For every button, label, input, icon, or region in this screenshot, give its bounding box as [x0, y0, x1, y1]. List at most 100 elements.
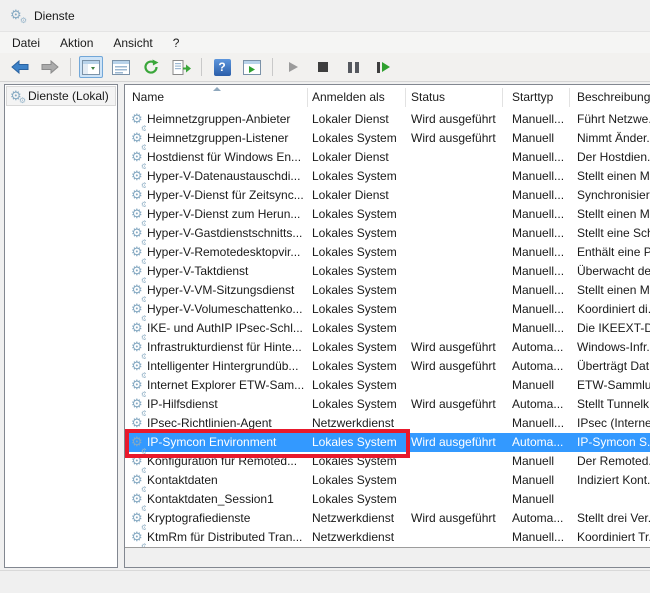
service-row[interactable]: ⚙⚙Hyper-V-Dienst zum Herun...Lokales Sys… — [125, 205, 650, 224]
refresh-button[interactable] — [139, 56, 163, 78]
start-service-button[interactable] — [281, 56, 305, 78]
column-header-beschreibung[interactable]: Beschreibung — [577, 85, 650, 110]
service-row[interactable]: ⚙⚙Internet Explorer ETW-Sam...Lokales Sy… — [125, 376, 650, 395]
forward-arrow-icon — [41, 60, 59, 74]
help-button[interactable]: ? — [210, 56, 234, 78]
cell-desc: Stellt Tunnelk... — [577, 395, 650, 414]
cell-start: Automa... — [512, 433, 575, 452]
cell-desc: ETW-Sammlu... — [577, 376, 650, 395]
console-tree-panel: ⚙⚙ Dienste (Lokal) — [4, 84, 118, 568]
service-row[interactable]: ⚙⚙Hyper-V-Datenaustauschdi...Lokales Sys… — [125, 167, 650, 186]
cell-logon: Lokales System — [312, 205, 409, 224]
service-row[interactable]: ⚙⚙IP-Symcon EnvironmentLokales SystemWir… — [125, 433, 650, 452]
cell-status — [411, 376, 510, 395]
cell-start: Manuell... — [512, 110, 575, 129]
cell-name: Kryptografiedienste — [147, 509, 310, 528]
service-row[interactable]: ⚙⚙Hyper-V-Gastdienstschnitts...Lokales S… — [125, 224, 650, 243]
service-row[interactable]: ⚙⚙Infrastrukturdienst für Hinte...Lokale… — [125, 338, 650, 357]
cell-name: Hyper-V-Remotedesktopvir... — [147, 243, 310, 262]
service-row[interactable]: ⚙⚙KontaktdatenLokales SystemManuellIndiz… — [125, 471, 650, 490]
forward-button[interactable] — [38, 56, 62, 78]
cell-desc: Windows-Infr... — [577, 338, 650, 357]
cell-name: KtmRm für Distributed Tran... — [147, 528, 310, 547]
cell-name: Intelligenter Hintergrundüb... — [147, 357, 310, 376]
service-row[interactable]: ⚙⚙Intelligenter Hintergrundüb...Lokales … — [125, 357, 650, 376]
service-row[interactable]: ⚙⚙Heimnetzgruppen-ListenerLokales System… — [125, 129, 650, 148]
cell-logon: Lokaler Dienst — [312, 186, 409, 205]
cell-status: Wird ausgeführt — [411, 395, 510, 414]
toolbar-separator — [272, 58, 273, 76]
cell-start: Manuell — [512, 471, 575, 490]
service-row[interactable]: ⚙⚙Kontaktdaten_Session1Lokales SystemMan… — [125, 490, 650, 509]
column-header-anmelden-als[interactable]: Anmelden als — [312, 85, 405, 110]
service-row[interactable]: ⚙⚙Hyper-V-TaktdienstLokales SystemManuel… — [125, 262, 650, 281]
service-row[interactable]: ⚙⚙IP-HilfsdienstLokales SystemWird ausge… — [125, 395, 650, 414]
tree-item-dienste-lokal[interactable]: ⚙⚙ Dienste (Lokal) — [6, 86, 116, 106]
export-list-button[interactable] — [169, 56, 193, 78]
column-divider[interactable] — [307, 88, 308, 107]
resume-service-button[interactable] — [371, 56, 395, 78]
console-tree-icon — [82, 60, 100, 75]
console-tree-toggle-button[interactable] — [79, 56, 103, 78]
cell-logon: Lokales System — [312, 281, 409, 300]
service-row[interactable]: ⚙⚙Konfiguration für Remoted...Lokales Sy… — [125, 452, 650, 471]
cell-name: Heimnetzgruppen-Listener — [147, 129, 310, 148]
menu-datei[interactable]: Datei — [2, 34, 50, 52]
cell-start: Manuell... — [512, 243, 575, 262]
cell-logon: Lokales System — [312, 300, 409, 319]
column-header-status[interactable]: Status — [411, 85, 501, 110]
play-icon — [289, 62, 298, 72]
cell-desc: Nimmt Änder... — [577, 129, 650, 148]
cell-logon: Lokales System — [312, 224, 409, 243]
stop-icon — [318, 62, 328, 72]
cell-name: Internet Explorer ETW-Sam... — [147, 376, 310, 395]
service-row[interactable]: ⚙⚙KryptografiediensteNetzwerkdienstWird … — [125, 509, 650, 528]
service-row[interactable]: ⚙⚙Hyper-V-Remotedesktopvir...Lokales Sys… — [125, 243, 650, 262]
column-divider[interactable] — [405, 88, 406, 107]
properties-button[interactable] — [109, 56, 133, 78]
column-divider[interactable] — [502, 88, 503, 107]
sort-ascending-icon — [213, 87, 221, 91]
cell-name: Konfiguration für Remoted... — [147, 452, 310, 471]
cell-desc: Stellt einen M... — [577, 205, 650, 224]
menu-aktion[interactable]: Aktion — [50, 34, 103, 52]
service-row[interactable]: ⚙⚙KtmRm für Distributed Tran...Netzwerkd… — [125, 528, 650, 547]
cell-name: Kontaktdaten_Session1 — [147, 490, 310, 509]
cell-status — [411, 148, 510, 167]
cell-logon: Lokales System — [312, 338, 409, 357]
cell-desc: Synchronisier... — [577, 186, 650, 205]
cell-logon: Lokales System — [312, 471, 409, 490]
cell-name: Hyper-V-VM-Sitzungsdienst — [147, 281, 310, 300]
show-play-window-button[interactable] — [240, 56, 264, 78]
menu-help[interactable]: ? — [163, 34, 190, 52]
back-button[interactable] — [8, 56, 32, 78]
cell-desc: Führt Netzwe... — [577, 110, 650, 129]
help-icon: ? — [214, 59, 231, 76]
cell-status — [411, 243, 510, 262]
cell-name: IPsec-Richtlinien-Agent — [147, 414, 310, 433]
pause-icon — [348, 62, 359, 73]
service-row[interactable]: ⚙⚙IPsec-Richtlinien-AgentNetzwerkdienstM… — [125, 414, 650, 433]
cell-status — [411, 167, 510, 186]
service-row[interactable]: ⚙⚙Hyper-V-Dienst für Zeitsync...Lokaler … — [125, 186, 650, 205]
resume-icon — [377, 62, 390, 73]
stop-service-button[interactable] — [311, 56, 335, 78]
toolbar: ? — [0, 53, 650, 82]
cell-logon: Lokales System — [312, 167, 409, 186]
cell-name: IP-Hilfsdienst — [147, 395, 310, 414]
service-row[interactable]: ⚙⚙Hyper-V-Volumeschattenko...Lokales Sys… — [125, 300, 650, 319]
service-row[interactable]: ⚙⚙IKE- und AuthIP IPsec-Schl...Lokales S… — [125, 319, 650, 338]
cell-logon: Lokales System — [312, 452, 409, 471]
pause-service-button[interactable] — [341, 56, 365, 78]
toolbar-separator — [201, 58, 202, 76]
service-row[interactable]: ⚙⚙Hyper-V-VM-SitzungsdienstLokales Syste… — [125, 281, 650, 300]
view-tabstrip: Erweitert Standard — [125, 547, 650, 568]
cell-desc: Enthält eine P... — [577, 243, 650, 262]
cell-status — [411, 319, 510, 338]
service-row[interactable]: ⚙⚙Heimnetzgruppen-AnbieterLokaler Dienst… — [125, 110, 650, 129]
service-row[interactable]: ⚙⚙Hostdienst für Windows En...Lokaler Di… — [125, 148, 650, 167]
column-header-starttyp[interactable]: Starttyp — [512, 85, 568, 110]
cell-start: Manuell — [512, 376, 575, 395]
column-divider[interactable] — [569, 88, 570, 107]
menu-ansicht[interactable]: Ansicht — [103, 34, 162, 52]
